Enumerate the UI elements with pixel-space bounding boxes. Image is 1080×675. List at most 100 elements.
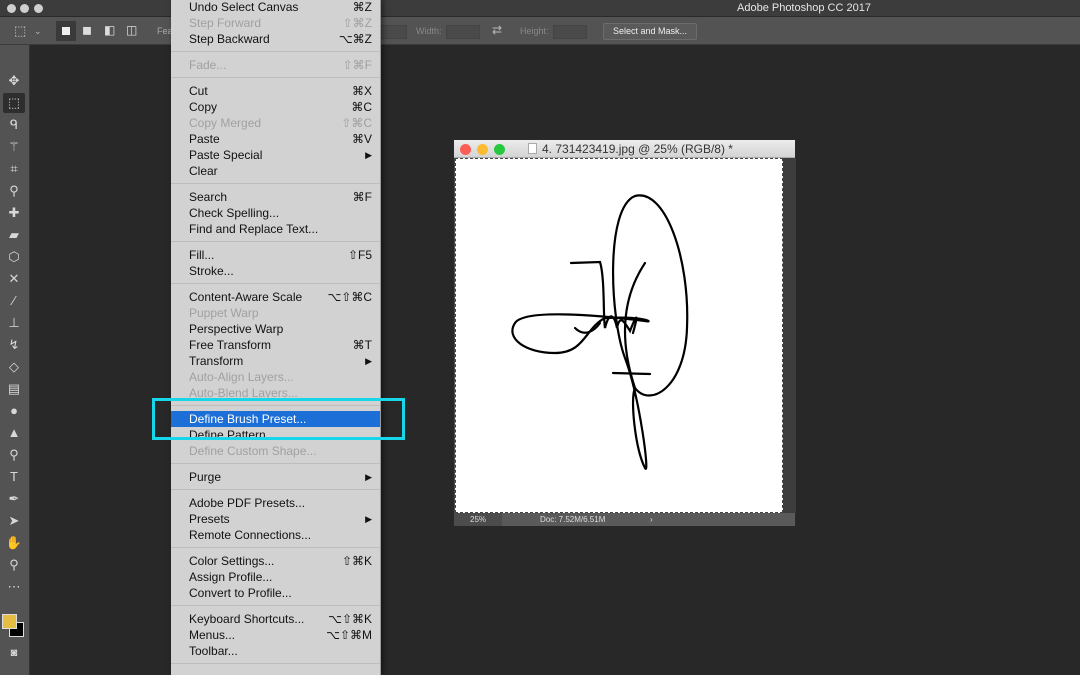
menu-item-transform[interactable]: Transform ▶ — [171, 353, 380, 369]
move-tool-icon[interactable]: ✥ — [3, 71, 25, 91]
menu-item-free-transform[interactable]: Free Transform ⌘T — [171, 337, 380, 353]
close-window-button[interactable] — [7, 4, 16, 13]
submenu-arrow-icon: ▶ — [365, 150, 372, 160]
brush-tool-icon[interactable]: ∕ — [3, 291, 25, 311]
menu-item-toolbar[interactable]: Toolbar... — [171, 643, 380, 659]
minimize-document-button[interactable] — [477, 144, 488, 155]
crop-tool-icon[interactable]: ⌗ — [3, 159, 25, 179]
new-selection-button[interactable] — [56, 21, 76, 41]
marquee-preset-icon[interactable]: ⬚ — [14, 23, 26, 39]
options-bar: ⬚ ⌄ ◼ ◧ ◫ Fea Width: ⇄ Height: Select an… — [0, 17, 1080, 45]
menu-item-define-pattern[interactable]: Define Pattern... — [171, 427, 380, 443]
quick-mask-icon[interactable]: ◙ — [3, 643, 25, 663]
menu-item-cut[interactable]: Cut ⌘X — [171, 83, 380, 99]
menu-shortcut: ⌘C — [351, 100, 372, 114]
menu-item-find-and-replace-text[interactable]: Find and Replace Text... — [171, 221, 380, 237]
blur-tool-icon[interactable]: ● — [3, 401, 25, 421]
menu-separator — [171, 459, 380, 469]
menu-item-auto-align-layers: Auto-Align Layers... — [171, 369, 380, 385]
zoom-document-button[interactable] — [494, 144, 505, 155]
menu-item-search[interactable]: Search ⌘F — [171, 189, 380, 205]
menu-item-label: Paste Special — [189, 148, 263, 162]
width-input[interactable] — [446, 25, 480, 39]
menu-item-auto-blend-layers: Auto-Blend Layers... — [171, 385, 380, 401]
menu-item-convert-to-profile[interactable]: Convert to Profile... — [171, 585, 380, 601]
width-label: Width: — [416, 26, 442, 36]
pen-tool-icon[interactable]: ✒ — [3, 489, 25, 509]
menu-item-label: Presets — [189, 512, 230, 526]
intersect-selection-button[interactable]: ◫ — [126, 23, 137, 37]
submenu-arrow-icon: ▶ — [365, 356, 372, 366]
menu-separator — [171, 485, 380, 495]
canvas[interactable] — [455, 158, 783, 513]
zoom-window-button[interactable] — [34, 4, 43, 13]
close-document-button[interactable] — [460, 144, 471, 155]
menu-shortcut: ⌥⌘Z — [338, 32, 372, 46]
zoom-level-field[interactable]: 25% — [454, 513, 502, 526]
chevron-down-icon[interactable]: ⌄ — [34, 26, 42, 37]
dodge-tool-icon[interactable]: ⚲ — [3, 445, 25, 465]
menu-item-adobe-pdf-presets[interactable]: Adobe PDF Presets... — [171, 495, 380, 511]
style-select[interactable] — [380, 25, 407, 39]
menu-item-remote-connections[interactable]: Remote Connections... — [171, 527, 380, 543]
more-tool-icon[interactable]: ⋯ — [3, 577, 25, 597]
menu-item-define-brush-preset[interactable]: Define Brush Preset... — [171, 411, 380, 427]
menu-item-assign-profile[interactable]: Assign Profile... — [171, 569, 380, 585]
lasso-tool-icon[interactable]: ᑫ — [3, 115, 25, 135]
menu-item-content-aware-scale[interactable]: Content-Aware Scale ⌥⇧⌘C — [171, 289, 380, 305]
menu-item-stroke[interactable]: Stroke... — [171, 263, 380, 279]
menu-item-paste[interactable]: Paste ⌘V — [171, 131, 380, 147]
menu-item-label: Purge — [189, 470, 222, 484]
status-menu-arrow[interactable]: › — [650, 513, 653, 526]
gradient-tool-icon[interactable]: ▤ — [3, 379, 25, 399]
rectangular-marquee-tool-icon[interactable]: ⬚ — [3, 93, 25, 113]
menu-item-check-spelling[interactable]: Check Spelling... — [171, 205, 380, 221]
menu-item-label: Auto-Align Layers... — [189, 370, 294, 384]
menu-separator — [171, 73, 380, 83]
path-selection-tool-icon[interactable]: ➤ — [3, 511, 25, 531]
menu-item-undo-select-canvas[interactable]: Undo Select Canvas ⌘Z — [171, 0, 380, 15]
menu-item-keyboard-shortcuts[interactable]: Keyboard Shortcuts... ⌥⇧⌘K — [171, 611, 380, 627]
file-icon — [528, 143, 537, 154]
hand-tool-icon[interactable]: ✋ — [3, 533, 25, 553]
menu-item-label: Copy Merged — [189, 116, 262, 130]
type-tool-icon[interactable]: T — [3, 467, 25, 487]
menu-item-color-settings[interactable]: Color Settings... ⇧⌘K — [171, 553, 380, 569]
menu-item-presets[interactable]: Presets ▶ — [171, 511, 380, 527]
menu-item-menus[interactable]: Menus... ⌥⇧⌘M — [171, 627, 380, 643]
menu-item-label: Stroke... — [189, 264, 234, 278]
zoom-tool-icon[interactable]: ⚲ — [3, 555, 25, 575]
menu-shortcut: ⌘V — [351, 132, 372, 146]
eraser-tool-icon[interactable]: ◇ — [3, 357, 25, 377]
foreground-color-swatch[interactable] — [2, 614, 17, 629]
content-aware-move-tool-icon[interactable]: ✕ — [3, 269, 25, 289]
menu-item-label: Fade... — [189, 58, 227, 72]
select-and-mask-button[interactable]: Select and Mask... — [603, 23, 697, 40]
menu-item-fill[interactable]: Fill... ⇧F5 — [171, 247, 380, 263]
menu-item-paste-special[interactable]: Paste Special ▶ — [171, 147, 380, 163]
menu-shortcut: ⇧⌘Z — [342, 16, 372, 30]
menu-item-label: Perspective Warp — [189, 322, 284, 336]
eyedropper-tool-icon[interactable]: ⚲ — [3, 181, 25, 201]
menu-item-copy-merged: Copy Merged ⇧⌘C — [171, 115, 380, 131]
menu-item-copy[interactable]: Copy ⌘C — [171, 99, 380, 115]
history-brush-tool-icon[interactable]: ↯ — [3, 335, 25, 355]
minimize-window-button[interactable] — [20, 4, 29, 13]
edit-menu: Undo Select Canvas ⌘Z Step Forward ⇧⌘Z Step … — [171, 0, 381, 675]
menu-item-clear[interactable]: Clear — [171, 163, 380, 179]
magic-wand-tool-icon[interactable]: ⚚ — [3, 137, 25, 157]
subtract-selection-button[interactable]: ◧ — [104, 23, 115, 37]
patch-tool-icon[interactable]: ⬡ — [3, 247, 25, 267]
healing-brush-tool-icon[interactable]: ▰ — [3, 225, 25, 245]
vertical-scrollbar[interactable] — [783, 158, 796, 513]
clone-stamp-tool-icon[interactable]: ⊥ — [3, 313, 25, 333]
menu-item-perspective-warp[interactable]: Perspective Warp — [171, 321, 380, 337]
menu-item-label: Find and Replace Text... — [189, 222, 319, 236]
height-input[interactable] — [553, 25, 587, 39]
spot-healing-tool-icon[interactable]: ✚ — [3, 203, 25, 223]
sharpen-tool-icon[interactable]: ▲ — [3, 423, 25, 443]
swap-icon[interactable]: ⇄ — [492, 23, 502, 37]
menu-item-purge[interactable]: Purge ▶ — [171, 469, 380, 485]
add-to-selection-button[interactable]: ◼ — [82, 23, 92, 37]
menu-item-step-backward[interactable]: Step Backward ⌥⌘Z — [171, 31, 380, 47]
